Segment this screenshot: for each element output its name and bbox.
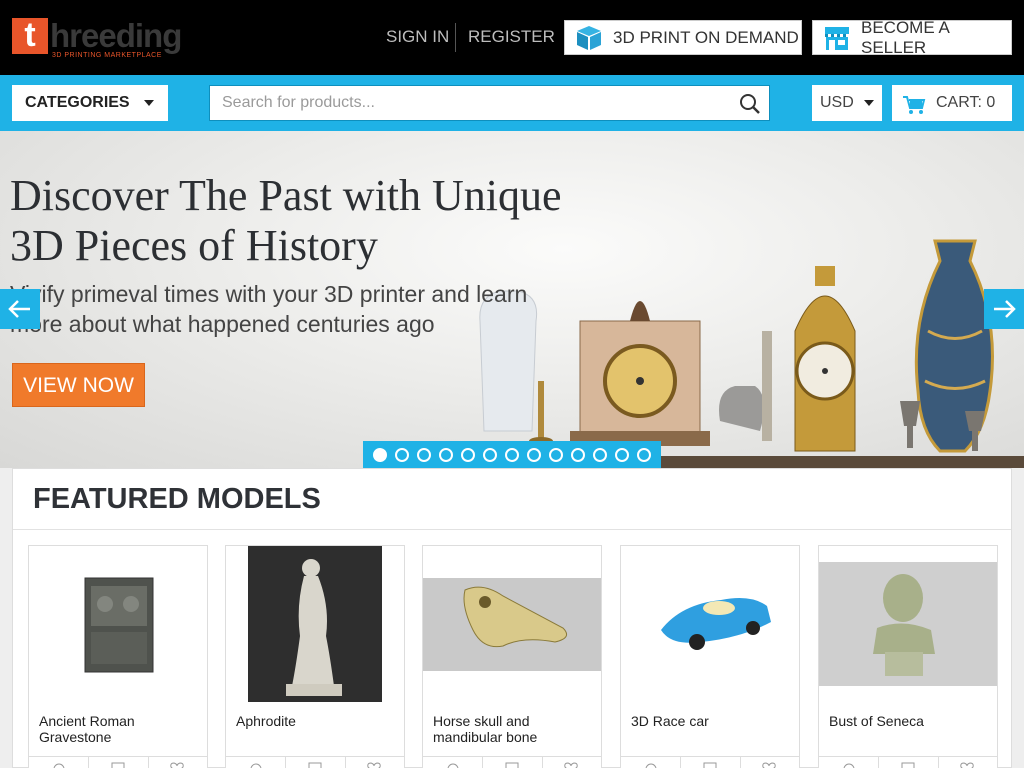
arrow-left-icon [8,300,30,318]
product-image-bust[interactable] [819,546,997,702]
slider-prev-button[interactable] [0,289,40,329]
view-now-button[interactable]: VIEW NOW [12,363,145,407]
compare-icon[interactable] [901,762,915,768]
slider-pagination [363,441,661,468]
slider-dot[interactable] [637,447,651,462]
logo-tagline: 3D PRINTING MARKETPLACE [52,52,162,59]
product-name[interactable]: Ancient Roman Gravestone [39,713,199,745]
print-on-demand-button[interactable]: 3D PRINT ON DEMAND [564,20,802,55]
sign-in-link[interactable]: SIGN IN [386,26,449,48]
hero-slider: Discover The Past with Unique 3D Pieces … [0,131,1024,468]
slider-next-button[interactable] [984,289,1024,329]
hero-subtitle: Vivify primeval times with your 3D print… [10,281,528,337]
view-icon[interactable] [645,762,657,768]
product-image-horse-skull[interactable] [423,546,601,702]
logo-mark: t [12,18,48,54]
slider-dot[interactable] [505,447,519,462]
top-header: t hreeding 3D PRINTING MARKETPLACE SIGN … [0,0,1024,75]
compare-icon[interactable] [703,762,717,768]
product-actions [621,756,799,768]
slider-dot[interactable] [571,447,585,462]
become-seller-label: BECOME A SELLER [861,17,949,57]
heart-icon[interactable] [959,762,975,768]
cart-button[interactable]: CART: 0 [892,85,1012,121]
slider-dot[interactable] [615,447,629,462]
site-logo[interactable]: t hreeding 3D PRINTING MARKETPLACE [12,16,187,60]
product-actions [423,756,601,768]
slider-dot[interactable] [593,447,607,462]
currency-value: USD [820,94,854,111]
slider-dot[interactable] [439,447,453,462]
caret-down-icon [864,100,874,106]
product-card[interactable]: Bust of Seneca [818,545,998,768]
arrow-right-icon [994,300,1016,318]
shop-icon [823,25,851,51]
compare-icon[interactable] [111,762,125,768]
print-on-demand-label: 3D PRINT ON DEMAND [613,27,799,47]
view-icon[interactable] [843,762,855,768]
categories-dropdown[interactable]: CATEGORIES [12,85,168,121]
product-card[interactable]: 3D Race car [620,545,800,768]
hero-title: Discover The Past with Unique 3D Pieces … [10,171,562,270]
product-card[interactable]: Horse skull and mandibular bone [422,545,602,768]
search-input[interactable] [210,86,710,120]
heart-icon[interactable] [563,762,579,768]
become-seller-button[interactable]: BECOME A SELLER [812,17,1012,57]
search-bar [209,85,770,121]
slider-dot[interactable] [417,447,431,462]
product-name[interactable]: Aphrodite [236,713,396,729]
box-icon [575,25,603,51]
slider-dot[interactable] [483,447,497,462]
product-name[interactable]: Bust of Seneca [829,713,989,729]
featured-heading: FEATURED MODELS [13,469,1011,530]
logo-wordmark: hreeding [50,17,182,54]
heart-icon[interactable] [366,762,382,768]
product-image-race-car[interactable] [621,546,799,702]
heart-icon[interactable] [169,762,185,768]
currency-select[interactable]: USD [812,85,882,121]
compare-icon[interactable] [308,762,322,768]
cart-icon [902,93,926,114]
view-icon[interactable] [250,762,262,768]
view-icon[interactable] [447,762,459,768]
slider-dot[interactable] [549,447,563,462]
compare-icon[interactable] [505,762,519,768]
slider-dot[interactable] [527,447,541,462]
product-image-aphrodite[interactable] [226,546,404,702]
search-icon[interactable] [739,93,761,115]
cart-label: CART: 0 [936,94,996,111]
caret-down-icon [144,100,154,106]
product-card[interactable]: Aphrodite [225,545,405,768]
divider [455,23,456,52]
slider-dot[interactable] [373,447,387,462]
product-actions [819,756,997,768]
categories-label: CATEGORIES [25,94,130,111]
featured-models-panel: FEATURED MODELS Ancient Roman Gravestone [12,468,1012,768]
product-actions [29,756,207,768]
navigation-bar: CATEGORIES USD CART: 0 [0,75,1024,131]
product-name[interactable]: Horse skull and mandibular bone [433,713,593,745]
register-link[interactable]: REGISTER [468,26,555,48]
slider-dot[interactable] [395,447,409,462]
product-card[interactable]: Ancient Roman Gravestone [28,545,208,768]
product-image-gravestone[interactable] [29,546,207,702]
product-actions [226,756,404,768]
product-name[interactable]: 3D Race car [631,713,791,729]
view-icon[interactable] [53,762,65,768]
slider-dot[interactable] [461,447,475,462]
heart-icon[interactable] [761,762,777,768]
